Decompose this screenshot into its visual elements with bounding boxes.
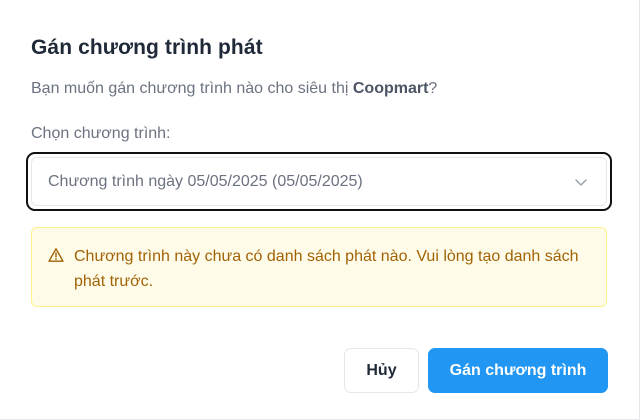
chevron-down-icon <box>574 175 588 189</box>
cancel-button[interactable]: Hủy <box>344 348 419 393</box>
subtitle-suffix: ? <box>428 80 438 97</box>
program-select-focus-ring: Chương trình ngày 05/05/2025 (05/05/2025… <box>26 152 612 211</box>
warning-text: Chương trình này chưa có danh sách phát … <box>74 248 579 290</box>
dialog-title: Gán chương trình phát <box>31 36 263 59</box>
program-select-value: Chương trình ngày 05/05/2025 (05/05/2025… <box>48 172 363 190</box>
subtitle-prefix: Bạn muốn gán chương trình nào cho siêu t… <box>31 80 353 97</box>
warning-alert: Chương trình này chưa có danh sách phát … <box>31 227 607 307</box>
store-name: Coopmart <box>352 80 429 97</box>
warning-triangle-icon <box>48 247 64 263</box>
dialog-subtitle: Bạn muốn gán chương trình nào cho siêu t… <box>31 80 437 98</box>
assign-program-button[interactable]: Gán chương trình <box>428 348 608 393</box>
assign-program-dialog: Gán chương trình phát Bạn muốn gán chươn… <box>0 0 640 420</box>
program-select[interactable]: Chương trình ngày 05/05/2025 (05/05/2025… <box>31 157 607 206</box>
program-select-label: Chọn chương trình: <box>31 125 171 142</box>
